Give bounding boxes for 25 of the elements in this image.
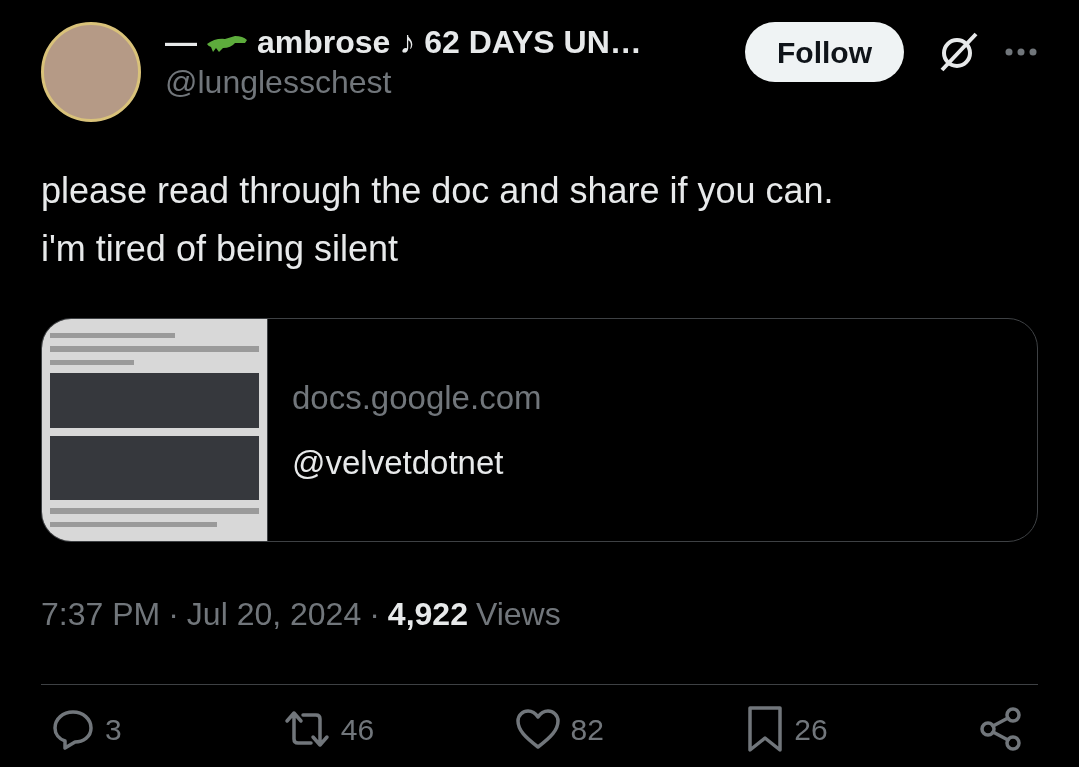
bookmark-count: 26	[794, 711, 828, 748]
separator-dot: ·	[168, 595, 179, 634]
views-label: Views	[475, 595, 561, 634]
bookmark-icon[interactable]	[746, 705, 785, 753]
tweet-text-line: i'm tired of being silent	[41, 227, 400, 271]
post-date[interactable]: Jul 20, 2024	[186, 590, 362, 638]
post-time[interactable]: 7:37 PM	[41, 590, 161, 638]
link-author: @velvetdotnet	[292, 443, 505, 483]
views-count: 4,922	[387, 595, 468, 634]
tweet-text-line: please read through the doc and share if you can.	[41, 169, 835, 213]
user-handle[interactable]: @lunglesschest	[165, 62, 729, 102]
reply-icon[interactable]	[51, 707, 95, 751]
repost-icon[interactable]	[282, 709, 331, 749]
share-icon[interactable]	[978, 706, 1024, 752]
reply-count: 3	[105, 711, 122, 748]
display-name[interactable]: ambrose ♪ 62 DAYS UN…	[257, 22, 642, 62]
heart-icon[interactable]	[514, 708, 561, 750]
separator-dot: ·	[369, 595, 380, 634]
link-domain: docs.google.com	[292, 377, 542, 418]
repost-count: 46	[340, 711, 375, 748]
link-card[interactable]: docs.google.com @velvetdotnet	[41, 318, 1038, 542]
display-name-dash: —	[165, 23, 197, 62]
like-count: 82	[570, 711, 604, 748]
more-icon[interactable]	[1004, 47, 1038, 57]
follow-button[interactable]: Follow	[745, 22, 904, 82]
